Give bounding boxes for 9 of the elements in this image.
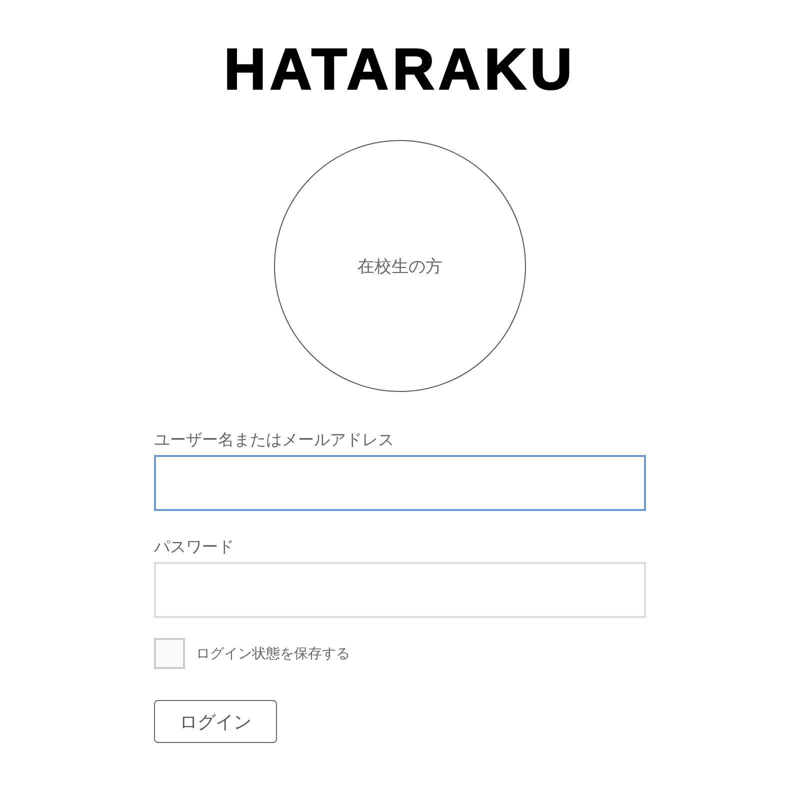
field-label: ユーザー名またはメールアドレス: [154, 430, 395, 450]
field-label: パスワード: [154, 537, 235, 557]
logo: HATARAKU: [224, 38, 576, 102]
role-circle[interactable]: 在校生の方: [274, 140, 526, 392]
login-button[interactable]: ログイン: [154, 700, 277, 743]
role-label: 在校生の方: [358, 256, 442, 278]
remember-label: ログイン状態を保存する: [196, 644, 350, 662]
remember-checkbox[interactable]: [154, 638, 185, 669]
input-field[interactable]: [154, 455, 646, 511]
